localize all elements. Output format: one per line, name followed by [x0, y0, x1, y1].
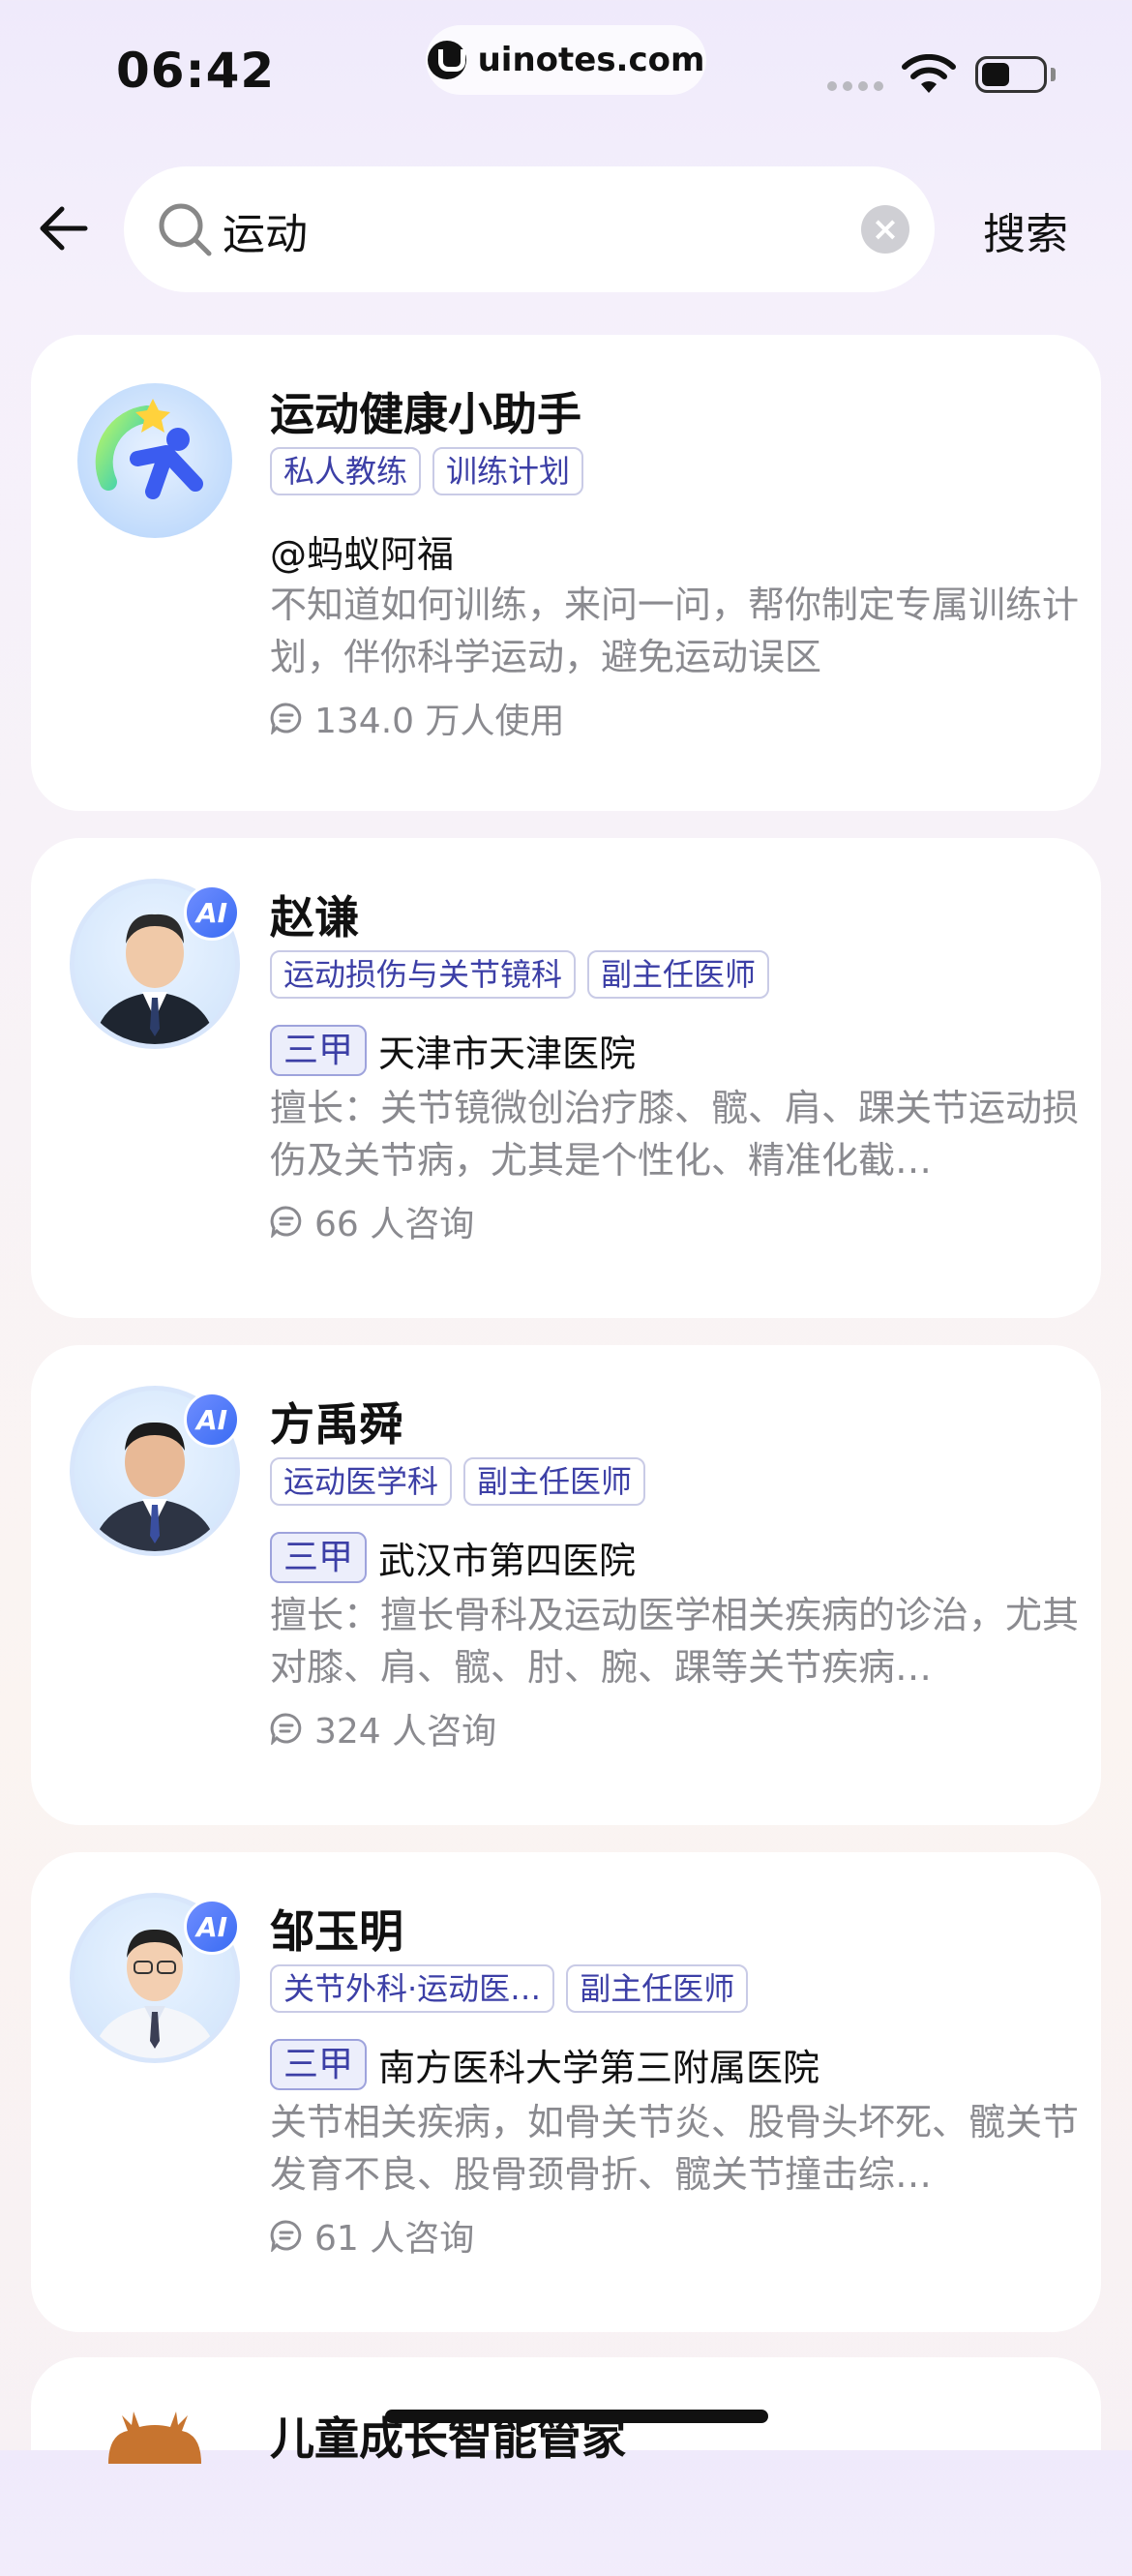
- assistant-avatar: [70, 2406, 240, 2576]
- cellular-signal-icon: [827, 81, 883, 91]
- doctor-avatar: AI: [70, 1893, 240, 2063]
- description: 不知道如何训练，来问一问，帮你制定专属训练计划，伴你科学运动，避免运动误区: [270, 584, 1080, 678]
- search-icon: [159, 203, 212, 256]
- usage-count: 134.0 万人使用: [270, 693, 565, 743]
- result-card-assistant[interactable]: 运动健康小助手 私人教练 训练计划 @蚂蚁阿福 不知道如何训练，来问一问，帮你制…: [31, 335, 1101, 811]
- url-pill[interactable]: uinotes.com: [426, 25, 706, 95]
- site-logo-icon: [427, 41, 466, 79]
- back-arrow-icon[interactable]: [37, 201, 91, 255]
- status-bar: 06:42 uinotes.com: [0, 0, 1132, 145]
- chat-bubble-icon: [270, 1206, 302, 1238]
- chat-bubble-icon: [270, 2220, 302, 2252]
- title-tag: 副主任医师: [463, 1457, 646, 1507]
- hospital-name: 南方医科大学第三附属医院: [378, 2047, 820, 2089]
- ai-badge: AI: [184, 884, 240, 941]
- ai-badge: AI: [184, 1899, 240, 1955]
- result-card-doctor[interactable]: AI 邹玉明 关节外科·运动医… 副主任医师 三甲 南方医科大学第三附属医院 关…: [31, 1852, 1101, 2332]
- hospital-grade-badge: 三甲: [270, 1532, 368, 1583]
- tag: 私人教练: [270, 447, 422, 496]
- doctor-name: 赵谦: [270, 891, 359, 944]
- title-tag: 副主任医师: [587, 950, 770, 1000]
- hospital-line: 三甲 南方医科大学第三附属医院: [270, 2038, 819, 2091]
- hospital-name: 天津市天津医院: [378, 1033, 637, 1075]
- consult-count: 61 人咨询: [270, 2210, 474, 2261]
- result-card-doctor[interactable]: AI 方禹舜 运动医学科 副主任医师 三甲 武汉市第四医院 擅长：擅长骨科及运动…: [31, 1345, 1101, 1825]
- battery-icon: [975, 56, 1047, 93]
- chat-bubble-icon: [270, 1713, 302, 1745]
- hospital-line: 三甲 天津市天津医院: [270, 1024, 636, 1077]
- result-card-doctor[interactable]: AI 赵谦 运动损伤与关节镜科 副主任医师 三甲 天津市天津医院 擅长：关节镜微…: [31, 838, 1101, 1318]
- search-input[interactable]: [221, 195, 766, 265]
- doctor-name: 邹玉明: [270, 1905, 403, 1958]
- department-tag: 运动医学科: [270, 1457, 453, 1507]
- hospital-grade-badge: 三甲: [270, 2039, 368, 2090]
- url-text: uinotes.com: [477, 41, 705, 79]
- sports-assistant-logo-icon: [77, 383, 232, 538]
- search-submit-button[interactable]: 搜索: [983, 199, 1068, 261]
- department-tag: 关节外科·运动医…: [270, 1964, 555, 2014]
- tag-list: 私人教练 训练计划: [270, 447, 584, 496]
- wifi-icon: [902, 54, 956, 93]
- tag-list: 运动损伤与关节镜科 副主任医师: [270, 950, 770, 1000]
- department-tag: 运动损伤与关节镜科: [270, 950, 577, 1000]
- doctor-name: 方禹舜: [270, 1398, 403, 1451]
- status-time: 06:42: [116, 43, 276, 99]
- hospital-line: 三甲 武汉市第四医院: [270, 1531, 636, 1584]
- description: 擅长：关节镜微创治疗膝、髋、肩、踝关节运动损伤及关节病，尤其是个性化、精准化截…: [270, 1087, 1080, 1182]
- result-card-assistant[interactable]: 儿童成长智能管家: [31, 2357, 1101, 2465]
- description: 擅长：擅长骨科及运动医学相关疾病的诊治，尤其对膝、肩、髋、肘、腕、踝等关节疾病…: [270, 1594, 1080, 1689]
- description: 关节相关疾病，如骨关节炎、股骨头坏死、髋关节发育不良、股骨颈骨折、髋关节撞击综…: [270, 2101, 1080, 2196]
- search-box[interactable]: ×: [124, 166, 935, 292]
- assistant-avatar: [70, 375, 240, 546]
- clear-search-icon[interactable]: ×: [861, 205, 909, 254]
- author-name: @蚂蚁阿福: [270, 533, 455, 576]
- hospital-grade-badge: 三甲: [270, 1025, 368, 1076]
- consult-count: 324 人咨询: [270, 1703, 496, 1753]
- tag: 训练计划: [432, 447, 584, 496]
- title-tag: 副主任医师: [566, 1964, 749, 2014]
- assistant-name: 运动健康小助手: [270, 388, 581, 440]
- tag-list: 运动医学科 副主任医师: [270, 1457, 646, 1507]
- consult-count: 66 人咨询: [270, 1196, 474, 1246]
- tag-list: 关节外科·运动医… 副主任医师: [270, 1964, 749, 2014]
- hospital-name: 武汉市第四医院: [378, 1540, 637, 1582]
- ai-badge: AI: [184, 1392, 240, 1448]
- chat-bubble-icon: [270, 703, 302, 734]
- home-indicator: [385, 2410, 768, 2423]
- doctor-avatar: AI: [70, 879, 240, 1049]
- doctor-avatar: AI: [70, 1386, 240, 1556]
- deer-mascot-icon: [108, 2411, 201, 2464]
